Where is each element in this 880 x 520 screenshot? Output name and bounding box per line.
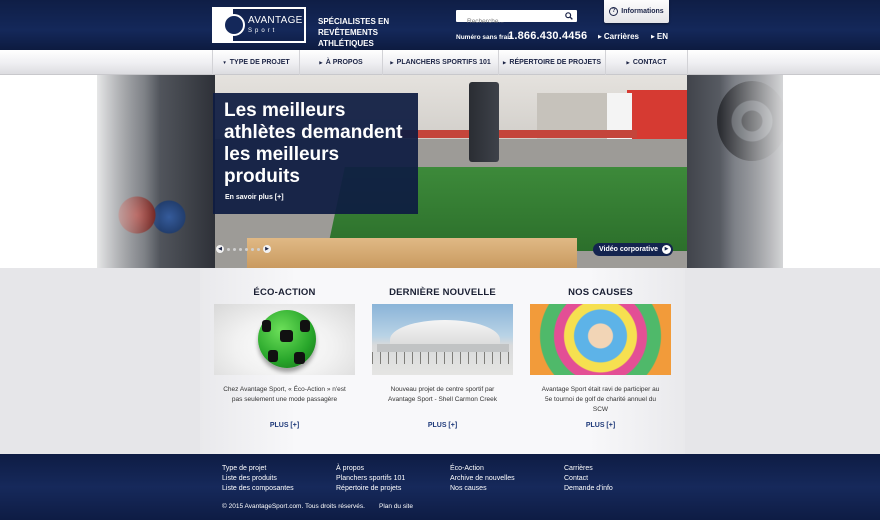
nav-item-planchers-sportifs[interactable]: ▶ PLANCHERS SPORTIFS 101: [382, 50, 498, 75]
more-link[interactable]: PLUS [+]: [530, 422, 671, 429]
footer-link[interactable]: Nos causes: [450, 484, 515, 494]
language-link[interactable]: ▶ EN: [651, 32, 668, 41]
question-icon: ?: [609, 7, 619, 16]
triangle-down-icon: ▼: [222, 60, 227, 65]
footer-link[interactable]: Éco-Action: [450, 464, 515, 474]
slide-dot[interactable]: [233, 247, 236, 251]
footer-link[interactable]: Liste des produits: [222, 474, 294, 484]
footer-link[interactable]: Liste des composantes: [222, 484, 294, 494]
triangle-right-icon: ▶: [598, 34, 602, 40]
triangle-right-icon: ▶: [390, 59, 394, 65]
careers-link[interactable]: ▶ Carrières: [598, 32, 639, 41]
footer-link[interactable]: À propos: [336, 464, 405, 474]
slide-dot[interactable]: [257, 247, 260, 251]
column-text: Chez Avantage Sport, « Éco-Action » n'es…: [223, 386, 346, 403]
footer-column: Type de projet Liste des produits Liste …: [222, 464, 294, 494]
column-title: DERNIÈRE NOUVELLE: [389, 287, 496, 298]
nav-item-repertoire[interactable]: ▶ RÉPERTOIRE DE PROJETS: [498, 50, 605, 75]
sitemap-link[interactable]: Plan du site: [379, 503, 413, 510]
column-title: ÉCO-ACTION: [253, 287, 316, 298]
tagline: SPÉCIALISTES EN REVÊTEMENTS ATHLÉTIQUES: [318, 17, 390, 48]
hero-more-link[interactable]: En savoir plus [+]: [225, 194, 284, 201]
footer-link[interactable]: Carrières: [564, 464, 613, 474]
site-footer: Type de projet Liste des produits Liste …: [0, 454, 880, 520]
triangle-right-icon: ▶: [502, 59, 507, 65]
next-arrow-icon[interactable]: ▶: [263, 245, 271, 253]
triangle-right-icon: ▶: [626, 59, 630, 65]
slide-dot[interactable]: [245, 247, 248, 251]
footer-link[interactable]: Archive de nouvelles: [450, 474, 515, 484]
more-link[interactable]: PLUS [+]: [214, 422, 355, 429]
footer-link[interactable]: Contact: [564, 474, 613, 484]
footer-column: Carrières Contact Demande d'info: [564, 464, 613, 494]
building-image[interactable]: [372, 304, 513, 375]
triangle-right-icon: ▶: [651, 34, 655, 40]
site-header: AVANTAGE Sport SPÉCIALISTES EN REVÊTEMEN…: [0, 0, 880, 50]
footer-link[interactable]: Répertoire de projets: [336, 484, 405, 494]
latest-news-column: DERNIÈRE NOUVELLE Nouveau projet de cent…: [372, 268, 513, 429]
main-nav: ▼ TYPE DE PROJET ▶ À PROPOS ▶ PLANCHERS SPO…: [0, 50, 880, 75]
info-tab[interactable]: ? Informations: [604, 0, 669, 23]
hero-title: Les meilleurs athlètes demandent les mei…: [224, 100, 403, 187]
children-image[interactable]: [530, 304, 671, 375]
column-text: Avantage Sport était ravi de participer …: [541, 386, 660, 413]
play-arrow-icon: ▶: [662, 245, 672, 254]
hero-caption: Les meilleurs athlètes demandent les mei…: [213, 93, 418, 214]
hero-image: [97, 75, 783, 268]
logo-sub: Sport: [248, 28, 278, 34]
footer-column: Éco-Action Archive de nouvelles Nos caus…: [450, 464, 515, 494]
nav-item-a-propos[interactable]: ▶ À PROPOS: [299, 50, 382, 75]
slide-dot[interactable]: [239, 247, 242, 251]
footer-link[interactable]: Type de projet: [222, 464, 294, 474]
nav-item-contact[interactable]: ▶ CONTACT: [605, 50, 688, 75]
footer-column: À propos Planchers sportifs 101 Répertoi…: [336, 464, 405, 494]
content-section: ÉCO-ACTION Chez Avantage Sport, « Éco-Ac…: [0, 268, 880, 454]
search-box: [456, 10, 577, 28]
hero-slider: Les meilleurs athlètes demandent les mei…: [0, 75, 880, 268]
slide-dot[interactable]: [227, 247, 230, 251]
logo-name: AVANTAGE: [248, 15, 303, 26]
copyright: © 2015 AvantageSport.com. Tous droits ré…: [222, 503, 365, 510]
column-text: Nouveau projet de centre sportif par Ava…: [388, 386, 497, 403]
more-link[interactable]: PLUS [+]: [372, 422, 513, 429]
logo-mark-icon: [214, 9, 246, 41]
search-icon[interactable]: [565, 12, 573, 20]
eco-action-column: ÉCO-ACTION Chez Avantage Sport, « Éco-Ac…: [214, 268, 355, 429]
video-button[interactable]: Vidéo corporative ▶: [593, 243, 674, 256]
prev-arrow-icon[interactable]: ◀: [216, 245, 224, 253]
slider-dots: ◀ ▶: [216, 245, 274, 253]
phone-label: Numéro sans frais: [456, 34, 513, 41]
soccer-ball-image[interactable]: [214, 304, 355, 375]
triangle-right-icon: ▶: [319, 59, 323, 65]
logo[interactable]: AVANTAGE Sport: [212, 7, 306, 43]
slide-dot[interactable]: [251, 247, 254, 251]
footer-link[interactable]: Planchers sportifs 101: [336, 474, 405, 484]
phone-number: 1.866.430.4456: [508, 30, 588, 42]
footer-link[interactable]: Demande d'info: [564, 484, 613, 494]
nav-item-type-de-projet[interactable]: ▼ TYPE DE PROJET: [212, 50, 299, 75]
search-input[interactable]: [456, 15, 556, 28]
our-causes-column: NOS CAUSES Avantage Sport était ravi de …: [530, 268, 671, 429]
column-title: NOS CAUSES: [568, 287, 633, 298]
